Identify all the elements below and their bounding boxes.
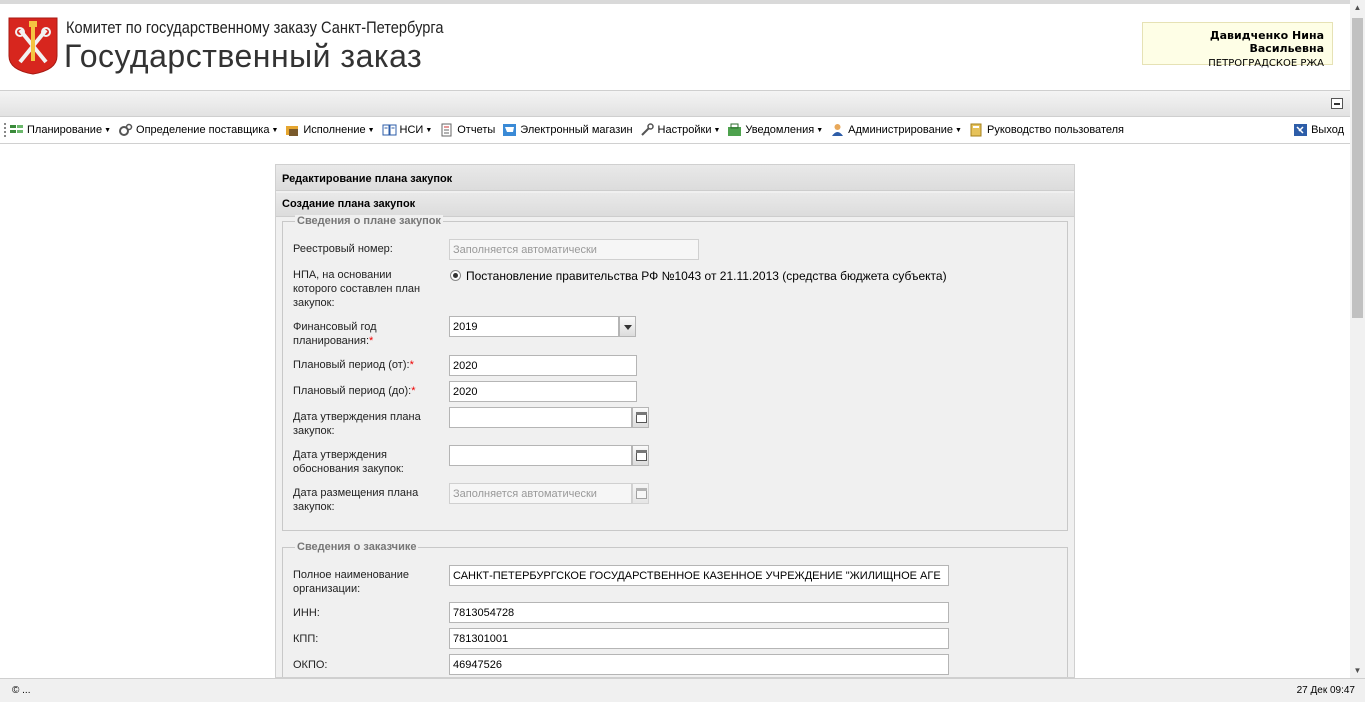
calendar-icon[interactable] — [632, 407, 649, 428]
registry-number-field[interactable]: Заполняется автоматически — [449, 239, 699, 260]
user-info-box[interactable]: Давидченко Нина Васильевна ПЕТРОГРАДСКОЕ… — [1142, 22, 1333, 69]
plan-info-section: Сведения о плане закупок Реестровый номе… — [282, 215, 1068, 531]
status-bar: © ... 27 Дек 09:47 — [0, 678, 1365, 702]
panel-title: Редактирование плана закупок — [276, 165, 1074, 191]
app-title: Государственный заказ — [64, 38, 423, 74]
menu-item-label: Электронный магазин — [520, 124, 633, 136]
period-from-label: Плановый период (от):* — [293, 359, 414, 371]
execution-icon — [286, 126, 299, 136]
header-collapse-strip — [0, 90, 1350, 117]
fin-year-label: Финансовый год планирования:* — [293, 321, 377, 347]
menu-item-label: Уведомления — [745, 124, 815, 136]
customer-info-section: Сведения о заказчике Полное наименование… — [282, 541, 1068, 677]
menu-item-label: НСИ — [399, 124, 424, 136]
menu-item-label: Настройки — [657, 124, 712, 136]
chevron-down-icon[interactable] — [619, 316, 636, 337]
publish-date-field: Заполняется автоматически — [449, 483, 632, 504]
plan-info-legend: Сведения о плане закупок — [295, 215, 443, 227]
menu-item-2[interactable]: Исполнение ▼ — [285, 123, 375, 137]
spb-coat-of-arms-icon — [8, 17, 58, 75]
page-scrollbar[interactable]: ▲ ▼ — [1350, 0, 1365, 678]
menu-item-label: Определение поставщика — [136, 124, 270, 136]
okpo-label: ОКПО: — [293, 659, 328, 671]
caret-down-icon: ▼ — [713, 126, 721, 134]
menu-item-1[interactable]: Определение поставщика ▼ — [118, 123, 278, 137]
scroll-up-arrow-icon[interactable]: ▲ — [1350, 0, 1365, 15]
user-icon — [832, 124, 844, 136]
approve-reason-date-field[interactable] — [449, 445, 632, 466]
approve-plan-date-label: Дата утверждения плана закупок: — [293, 411, 421, 437]
menu-item-6[interactable]: Настройки ▼ — [640, 123, 721, 137]
publish-date-label: Дата размещения плана закупок: — [293, 487, 419, 513]
approve-reason-date-label: Дата утверждения обоснования закупок: — [293, 449, 404, 475]
inn-field[interactable]: 7813054728 — [449, 602, 949, 623]
period-to-label: Плановый период (до):* — [293, 385, 416, 397]
report-icon — [441, 123, 452, 137]
menu-item-3[interactable]: НСИ ▼ — [382, 123, 433, 137]
menu-item-0[interactable]: Планирование ▼ — [9, 123, 111, 137]
customer-info-legend: Сведения о заказчике — [295, 541, 419, 553]
book-icon — [382, 124, 397, 136]
caret-down-icon: ▼ — [425, 126, 433, 134]
menu-item-label: Руководство пользователя — [986, 124, 1124, 136]
npa-radio[interactable] — [450, 270, 461, 281]
caret-down-icon: ▼ — [271, 126, 279, 134]
notification-icon — [728, 123, 742, 136]
menu-item-label: Администрирование — [848, 124, 954, 136]
manual-icon — [970, 123, 982, 137]
panel-subtitle: Создание плана закупок — [276, 193, 1074, 217]
scroll-down-arrow-icon[interactable]: ▼ — [1350, 663, 1365, 678]
main-menu: Планирование ▼ Определение поставщика ▼ Испо… — [0, 117, 1350, 144]
registry-number-label: Реестровый номер: — [293, 243, 393, 255]
menu-item-5[interactable]: Электронный магазин — [502, 123, 633, 137]
approve-plan-date-field[interactable] — [449, 407, 632, 428]
calendar-icon — [632, 483, 649, 504]
exit-button[interactable]: Выход — [1293, 123, 1344, 137]
user-name: Давидченко Нина Васильевна — [1209, 29, 1324, 55]
menu-item-8[interactable]: Администрирование ▼ — [830, 123, 962, 137]
collapse-header-button[interactable] — [1331, 98, 1343, 109]
status-datetime: 27 Дек 09:47 — [1296, 685, 1355, 696]
user-organization: ПЕТРОГРАДСКОЕ РЖА — [1208, 58, 1324, 69]
menu-item-7[interactable]: Уведомления ▼ — [727, 123, 823, 137]
caret-down-icon: ▼ — [955, 126, 962, 134]
gears-icon — [119, 123, 133, 136]
npa-option-label: Постановление правительства РФ №1043 от … — [466, 269, 947, 283]
planning-icon — [10, 125, 23, 133]
menu-item-9[interactable]: Руководство пользователя — [969, 123, 1124, 137]
exit-icon — [1294, 124, 1308, 136]
exit-label: Выход — [1311, 124, 1344, 136]
fin-year-select[interactable]: 2019 — [449, 316, 619, 337]
period-to-field[interactable]: 2020 — [449, 381, 637, 402]
kpp-field[interactable]: 781301001 — [449, 628, 949, 649]
menu-item-4[interactable]: Отчеты — [439, 123, 495, 137]
cart-icon — [503, 124, 517, 136]
org-name: Комитет по государственному заказу Санкт… — [66, 18, 444, 37]
caret-down-icon: ▼ — [367, 126, 375, 134]
caret-down-icon: ▼ — [816, 126, 824, 134]
npa-label: НПА, на основании которого составлен пла… — [293, 269, 421, 309]
app-page: Комитет по государственному заказу Санкт… — [0, 0, 1365, 702]
wrench-icon — [640, 123, 654, 136]
kpp-label: КПП: — [293, 633, 319, 645]
scroll-thumb[interactable] — [1352, 18, 1363, 318]
menu-item-label: Исполнение — [303, 124, 366, 136]
caret-down-icon: ▼ — [104, 126, 112, 134]
edit-plan-panel: Редактирование плана закупок Создание пл… — [275, 164, 1075, 678]
period-from-field[interactable]: 2020 — [449, 355, 637, 376]
menu-item-label: Отчеты — [457, 124, 496, 136]
menu-grip — [4, 123, 7, 137]
full-name-label: Полное наименование организации: — [293, 569, 409, 595]
menu-item-label: Планирование — [27, 124, 103, 136]
header: Комитет по государственному заказу Санкт… — [0, 0, 1350, 90]
status-copyright: © ... — [12, 685, 31, 696]
inn-label: ИНН: — [293, 607, 320, 619]
okpo-field[interactable]: 46947526 — [449, 654, 949, 675]
full-name-field[interactable]: САНКТ-ПЕТЕРБУРГСКОЕ ГОСУДАРСТВЕННОЕ КАЗЕ… — [449, 565, 949, 586]
calendar-icon[interactable] — [632, 445, 649, 466]
